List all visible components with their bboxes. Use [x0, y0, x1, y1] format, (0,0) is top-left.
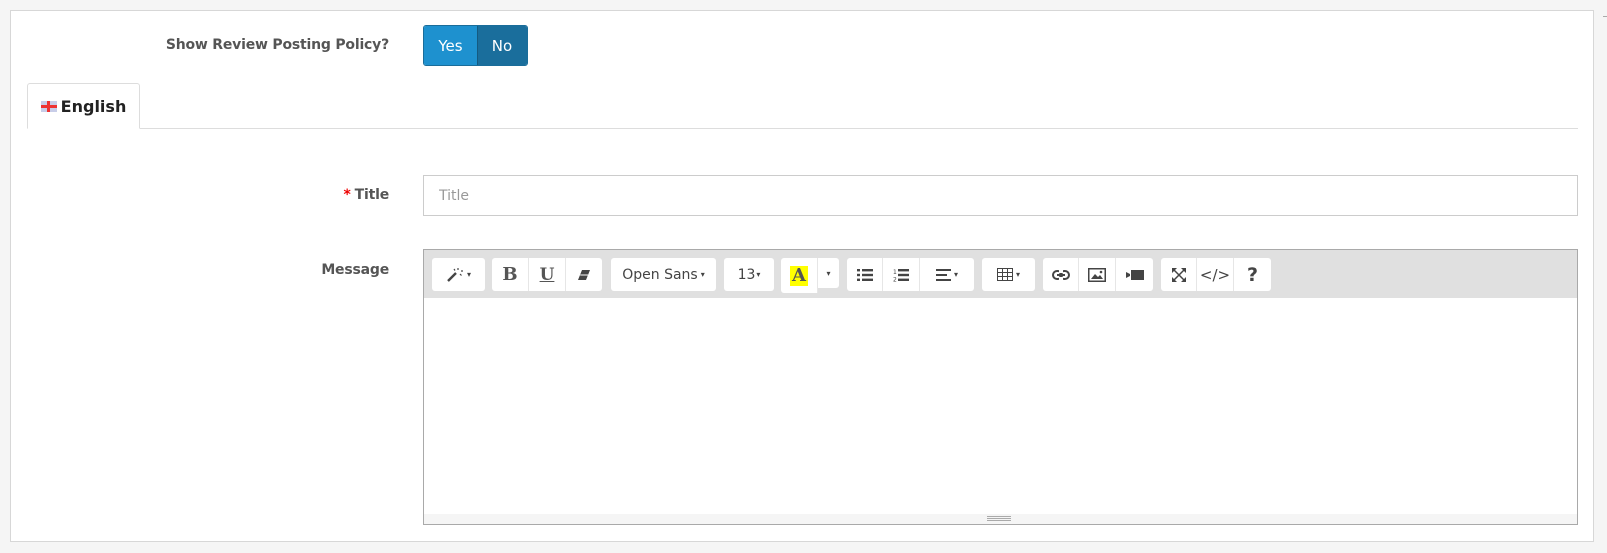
paragraph-dropdown[interactable]: ▾	[920, 258, 974, 291]
caret-down-icon: ▾	[756, 270, 761, 279]
scrollbar-mark	[1603, 16, 1607, 17]
clear-format-button[interactable]	[566, 258, 602, 291]
caret-down-icon: ▾	[953, 270, 958, 279]
policy-yes-button[interactable]: Yes	[424, 26, 477, 65]
editor-resize-bar[interactable]	[424, 514, 1577, 524]
table-dropdown[interactable]: ▾	[982, 258, 1035, 291]
fullscreen-icon	[1171, 267, 1186, 282]
code-view-icon: </>	[1199, 265, 1231, 284]
required-marker: *	[343, 187, 351, 203]
title-input[interactable]	[423, 175, 1578, 216]
video-icon	[1125, 269, 1144, 280]
policy-no-button[interactable]: No	[477, 26, 527, 65]
bold-icon: B	[502, 264, 518, 285]
magic-wand-icon	[447, 267, 463, 282]
caret-down-icon: ▾	[700, 270, 705, 279]
ordered-list-icon: 1 2	[893, 268, 909, 282]
caret-down-icon: ▾	[826, 268, 831, 278]
message-editable-area[interactable]	[424, 298, 1577, 514]
style-button[interactable]: ▾	[432, 258, 485, 291]
table-icon	[996, 268, 1013, 281]
unordered-list-button[interactable]	[847, 258, 883, 291]
tab-english[interactable]: English	[27, 83, 140, 129]
underline-button[interactable]: U	[529, 258, 566, 291]
help-button[interactable]: ?	[1234, 258, 1271, 291]
uk-flag-icon	[40, 100, 57, 112]
picture-icon	[1088, 267, 1106, 282]
link-icon	[1051, 269, 1070, 280]
caret-down-icon: ▾	[466, 270, 471, 279]
font-size-dropdown[interactable]: 13 ▾	[724, 258, 774, 291]
highlight-color-icon: A	[790, 264, 808, 286]
bold-button[interactable]: B	[492, 258, 529, 291]
message-label: Message	[321, 262, 389, 278]
policy-toggle: Yes No	[423, 25, 528, 66]
underline-icon: U	[539, 264, 555, 285]
align-left-icon	[935, 268, 951, 281]
font-name-value: Open Sans	[622, 266, 698, 283]
picture-button[interactable]	[1079, 258, 1116, 291]
unordered-list-icon	[856, 268, 873, 281]
caret-down-icon: ▾	[1015, 270, 1020, 279]
code-view-button[interactable]: </>	[1197, 258, 1234, 291]
help-icon: ?	[1246, 263, 1259, 286]
font-size-value: 13	[737, 266, 756, 283]
font-name-dropdown[interactable]: Open Sans ▾	[611, 258, 716, 291]
svg-text:2: 2	[893, 276, 897, 282]
tab-english-label: English	[60, 96, 127, 116]
language-tabs: English	[27, 83, 1578, 129]
editor-toolbar: ▾ B U Open Sans ▾ 13 ▾ A ▾ 1 2 ▾ ▾ </> ?	[424, 250, 1577, 298]
title-label: * Title	[343, 187, 390, 203]
eraser-icon	[578, 269, 590, 280]
color-dropdown-button[interactable]: ▾	[818, 258, 839, 288]
fullscreen-button[interactable]	[1161, 258, 1197, 291]
ordered-list-button[interactable]: 1 2	[883, 258, 920, 291]
title-label-text: Title	[354, 187, 390, 203]
recent-color-button[interactable]: A	[781, 258, 818, 293]
link-button[interactable]	[1043, 258, 1079, 291]
message-editor: ▾ B U Open Sans ▾ 13 ▾ A ▾ 1 2 ▾ ▾ </> ?	[423, 249, 1578, 525]
svg-text:1: 1	[893, 269, 897, 276]
video-button[interactable]	[1116, 258, 1153, 291]
resize-grip-icon	[987, 516, 1011, 522]
policy-label: Show Review Posting Policy?	[165, 37, 389, 53]
